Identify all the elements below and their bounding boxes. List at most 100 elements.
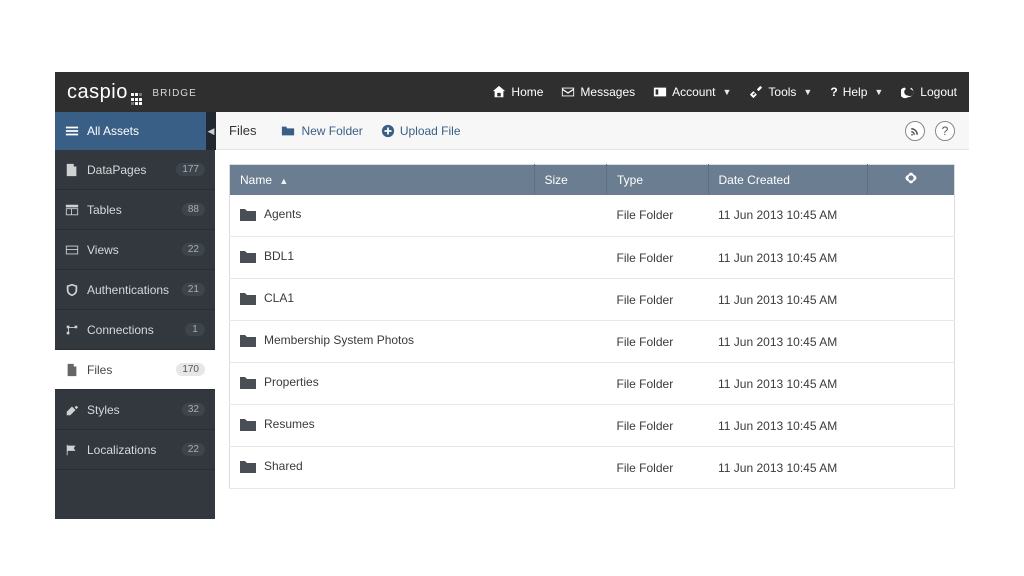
- nav-home-label: Home: [511, 85, 543, 99]
- content: Files New Folder Upload File ?: [215, 112, 969, 519]
- row-name: Agents: [264, 207, 301, 221]
- row-size: [534, 237, 607, 279]
- table-row[interactable]: AgentsFile Folder11 Jun 2013 10:45 AM: [230, 195, 955, 237]
- sidebar-item-connections[interactable]: Connections 1: [55, 310, 215, 350]
- table-row[interactable]: ResumesFile Folder11 Jun 2013 10:45 AM: [230, 405, 955, 447]
- brand-logo: caspio: [67, 79, 142, 105]
- home-icon: [492, 85, 506, 99]
- column-date[interactable]: Date Created: [708, 165, 868, 195]
- sidebar-all-assets[interactable]: All Assets ◀: [55, 112, 215, 150]
- folder-icon: [240, 250, 256, 263]
- nav-tools[interactable]: Tools ▼: [749, 85, 812, 99]
- sidebar-item-label: Views: [87, 243, 119, 257]
- row-date: 11 Jun 2013 10:45 AM: [708, 321, 868, 363]
- row-date: 11 Jun 2013 10:45 AM: [708, 363, 868, 405]
- toolbar: Files New Folder Upload File ?: [215, 112, 969, 150]
- sidebar-item-count: 32: [182, 403, 205, 416]
- table-row[interactable]: Properties File Folder11 Jun 2013 10:45 A…: [230, 363, 955, 405]
- envelope-icon: [561, 85, 575, 99]
- help-button[interactable]: ?: [935, 121, 955, 141]
- id-card-icon: [653, 85, 667, 99]
- row-size: [534, 405, 607, 447]
- sidebar-item-label: Files: [87, 363, 112, 377]
- sidebar-item-authentications[interactable]: Authentications21: [55, 270, 215, 310]
- sidebar-item-datapages[interactable]: DataPages177: [55, 150, 215, 190]
- column-size[interactable]: Size: [534, 165, 607, 195]
- sidebar-item-files[interactable]: Files 170: [55, 350, 215, 390]
- topnav: Home Messages Account ▼ Tools ▼ ? Help ▼: [492, 85, 957, 99]
- sidebar-item-styles[interactable]: Styles 32: [55, 390, 215, 430]
- connections-icon: [65, 323, 79, 337]
- localizations-icon: [65, 443, 79, 457]
- column-name-label: Name: [240, 173, 272, 187]
- row-type: File Folder: [607, 447, 709, 489]
- nav-account-label: Account: [672, 85, 715, 99]
- table-row[interactable]: BDL1 File Folder11 Jun 2013 10:45 AM: [230, 237, 955, 279]
- caret-down-icon: ▼: [874, 87, 883, 97]
- brand: caspio BRIDGE: [67, 79, 197, 105]
- nav-help[interactable]: ? Help ▼: [830, 85, 883, 99]
- sidebar-item-count: 22: [182, 243, 205, 256]
- new-folder-icon: [280, 124, 296, 138]
- column-type-label: Type: [617, 173, 643, 187]
- table-header-row: Name ▲ Size Type Date Created: [230, 165, 955, 195]
- row-size: [534, 279, 607, 321]
- column-name[interactable]: Name ▲: [230, 165, 535, 195]
- sort-asc-icon: ▲: [279, 176, 288, 186]
- files-table: Name ▲ Size Type Date Created: [229, 164, 955, 489]
- row-type: File Folder: [607, 195, 709, 237]
- sidebar-item-count: 88: [182, 203, 205, 216]
- folder-icon: [240, 208, 256, 221]
- row-name: Shared: [264, 459, 303, 473]
- column-type[interactable]: Type: [607, 165, 709, 195]
- new-folder-label: New Folder: [301, 124, 362, 138]
- nav-logout-label: Logout: [920, 85, 957, 99]
- gear-icon: [904, 171, 918, 185]
- row-name: Membership System Photos: [264, 333, 414, 347]
- collapse-sidebar-button[interactable]: ◀: [206, 112, 216, 150]
- sidebar-title: All Assets: [87, 124, 139, 138]
- brand-dots-icon: [131, 93, 143, 105]
- sidebar-item-label: Styles: [87, 403, 120, 417]
- row-date: 11 Jun 2013 10:45 AM: [708, 447, 868, 489]
- sidebar-item-views[interactable]: Views 22: [55, 230, 215, 270]
- table-row[interactable]: Shared File Folder11 Jun 2013 10:45 AM: [230, 447, 955, 489]
- sidebar-item-count: 1: [185, 323, 205, 336]
- nav-account[interactable]: Account ▼: [653, 85, 731, 99]
- sidebar-item-label: Localizations: [87, 443, 156, 457]
- row-type: File Folder: [607, 321, 709, 363]
- nav-messages[interactable]: Messages: [561, 85, 635, 99]
- broadcast-button[interactable]: [905, 121, 925, 141]
- row-date: 11 Jun 2013 10:45 AM: [708, 237, 868, 279]
- row-name: Properties: [264, 375, 319, 389]
- column-settings[interactable]: [868, 165, 955, 195]
- table-row[interactable]: CLA1File Folder11 Jun 2013 10:45 AM: [230, 279, 955, 321]
- row-date: 11 Jun 2013 10:45 AM: [708, 405, 868, 447]
- row-name: Resumes: [264, 417, 315, 431]
- row-name: BDL1: [264, 249, 294, 263]
- row-size: [534, 363, 607, 405]
- upload-file-button[interactable]: Upload File: [381, 124, 461, 138]
- brand-name: caspio: [67, 81, 128, 104]
- row-name: CLA1: [264, 291, 294, 305]
- table-row[interactable]: Membership System Photos File Folder11 Ju…: [230, 321, 955, 363]
- sidebar-item-label: Connections: [87, 323, 154, 337]
- new-folder-button[interactable]: New Folder: [280, 124, 362, 138]
- files-icon: [65, 363, 79, 377]
- sidebar-item-tables[interactable]: Tables88: [55, 190, 215, 230]
- topbar: caspio BRIDGE Home Messages: [55, 72, 969, 112]
- folder-icon: [240, 460, 256, 473]
- authentications-icon: [65, 283, 79, 297]
- tools-icon: [749, 85, 763, 99]
- sidebar-item-localizations[interactable]: Localizations22: [55, 430, 215, 470]
- row-type: File Folder: [607, 237, 709, 279]
- sidebar-item-count: 170: [176, 363, 205, 376]
- row-type: File Folder: [607, 363, 709, 405]
- sidebar-item-label: Authentications: [87, 283, 169, 297]
- row-date: 11 Jun 2013 10:45 AM: [708, 279, 868, 321]
- sidebar: All Assets ◀ DataPages177Tables88 Views 22…: [55, 112, 215, 519]
- nav-logout[interactable]: Logout: [901, 85, 957, 99]
- power-icon: [901, 85, 915, 99]
- menu-icon: [65, 124, 79, 138]
- nav-home[interactable]: Home: [492, 85, 543, 99]
